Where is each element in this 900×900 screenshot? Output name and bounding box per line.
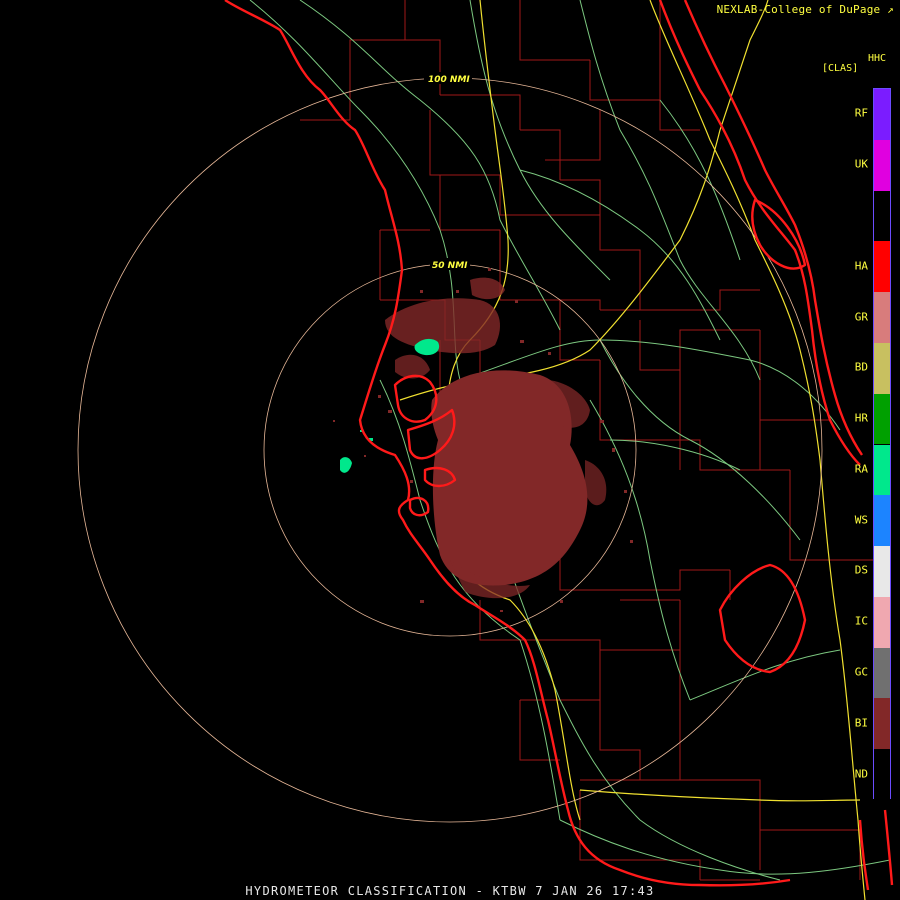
legend-swatch [874, 495, 890, 547]
ring-label-100: 100 NMI [428, 75, 470, 85]
legend-label: RF [854, 106, 868, 120]
legend-swatch [874, 749, 890, 800]
legend-label: HR [854, 411, 868, 425]
county-lines [300, 0, 880, 881]
legend-swatch [874, 241, 890, 293]
external-link-icon: ↗ [887, 3, 894, 16]
legend-label: WS [854, 513, 868, 527]
legend-swatch [874, 190, 890, 242]
legend-colorbar [873, 88, 891, 800]
legend-label: UK [854, 157, 868, 171]
legend-label: DS [854, 563, 868, 577]
legend-swatch [874, 393, 890, 445]
echo-bi [385, 277, 607, 599]
ring-label-50: 50 NMI [432, 261, 468, 271]
product-code: HHC [868, 53, 887, 64]
legend-labels: RF UK HA GR BD HR RA WS DS IC GC BI ND [846, 88, 872, 799]
credit-text: NEXLAB-College of DuPage [716, 3, 881, 16]
legend-swatch [874, 444, 890, 496]
legend-swatch [874, 596, 890, 648]
legend-swatch [874, 698, 890, 750]
radar-map: 100 NMI 50 NMI [77, 0, 894, 900]
classification-label: [CLAS] [822, 63, 859, 74]
legend-swatch [874, 342, 890, 394]
legend-label: BI [854, 716, 868, 730]
legend-swatch [874, 546, 890, 597]
legend-swatch [874, 89, 890, 140]
legend-label: ND [854, 767, 868, 781]
legend-label: GC [854, 665, 868, 679]
legend-label: GR [854, 310, 868, 324]
legend-swatch [874, 139, 890, 191]
legend-label: HA [854, 259, 868, 273]
legend-swatch [874, 292, 890, 343]
legend-swatch [874, 647, 890, 699]
legend-label: RA [854, 462, 868, 476]
legend-label: BD [854, 360, 868, 374]
nexlab-credit: NEXLAB-College of DuPage ↗ [717, 3, 894, 16]
legend-label: IC [854, 614, 868, 628]
product-title: HYDROMETEOR CLASSIFICATION - KTBW 7 JAN … [245, 884, 655, 898]
